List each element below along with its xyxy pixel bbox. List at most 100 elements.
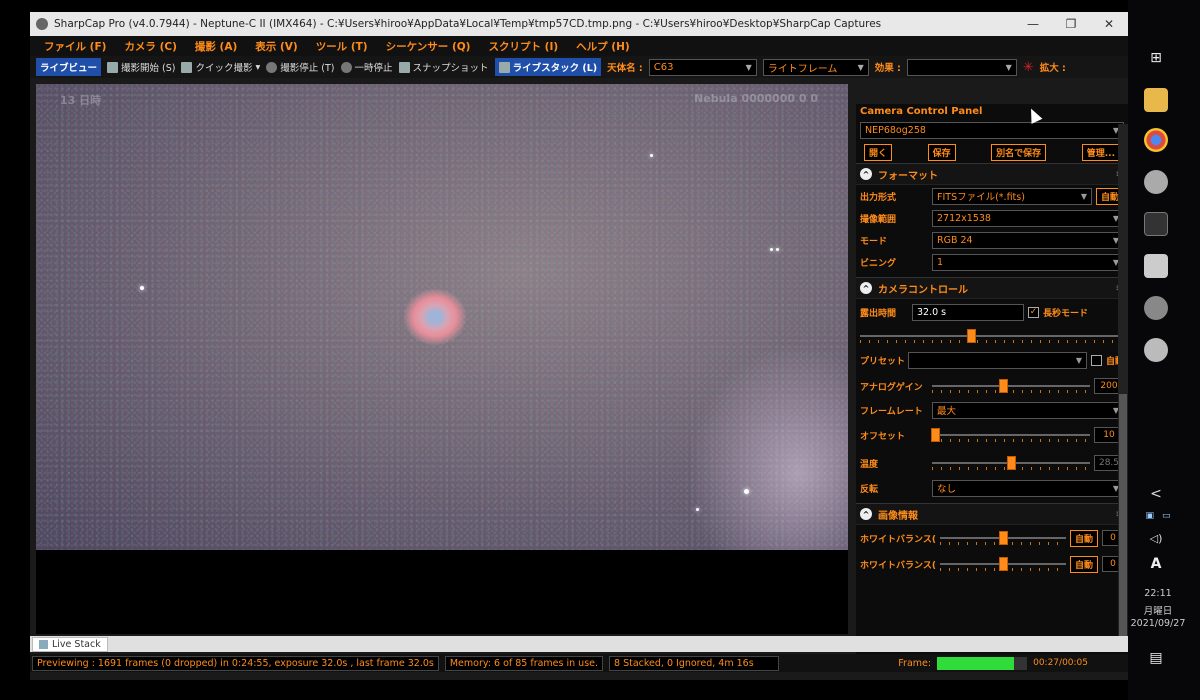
window-title: SharpCap Pro (v4.0.7944) - Neptune-C II … [54, 18, 882, 30]
menu-view[interactable]: 表示 (V) [255, 39, 297, 54]
offset-slider[interactable] [931, 428, 1090, 442]
chevron-up-icon[interactable]: ^ [860, 282, 872, 294]
target-name-label: 天体名 : [607, 63, 643, 74]
framerate-select[interactable]: 最大 ▼ [932, 401, 1124, 419]
menu-sequencer[interactable]: シーケンサー (Q) [386, 39, 471, 54]
tray-chevron-icon[interactable]: < [1144, 482, 1168, 506]
wb-green-slider[interactable] [940, 557, 1066, 571]
binning-label: ビニング [860, 258, 897, 269]
output-format-value: FITSファイル(*.fits) [937, 192, 1025, 203]
chevron-down-icon[interactable]: ▾ [256, 62, 261, 73]
exposure-slider[interactable] [860, 329, 1124, 343]
menu-capture[interactable]: 撮影 (A) [195, 39, 237, 54]
ring-nebula [404, 289, 466, 345]
chevron-up-icon[interactable]: ^ [860, 168, 872, 180]
live-stack-button[interactable]: ライブスタック (L) [494, 58, 602, 76]
app-icon[interactable] [1144, 254, 1168, 278]
preset-select[interactable]: ▼ [908, 351, 1087, 369]
camera-control-section-header[interactable]: ^ カメラコントロール ≡ [856, 277, 1128, 299]
wb-green-auto-button[interactable]: 自動 [1069, 555, 1098, 573]
save-button[interactable]: 保存 [927, 143, 956, 161]
preset-row: プリセット ▼ 自動 [856, 347, 1128, 373]
wb-red-slider[interactable] [940, 531, 1066, 545]
terminal-icon[interactable] [1144, 212, 1168, 236]
profile-select[interactable]: NEP68og258 ▼ [860, 121, 1124, 139]
preview-background [36, 550, 848, 634]
chevron-down-icon: ▼ [745, 62, 752, 72]
snapshot-button[interactable]: スナップショット [398, 60, 489, 74]
binning-select[interactable]: 1 ▼ [932, 253, 1124, 271]
menu-file[interactable]: ファイル (F) [44, 39, 106, 54]
exposure-input[interactable]: 32.0 s [912, 303, 1024, 321]
preset-auto-checkbox[interactable] [1090, 354, 1102, 366]
app-icon[interactable] [1144, 296, 1168, 320]
menu-scripts[interactable]: スクリプト (I) [488, 39, 558, 54]
notification-icon[interactable]: ▤ [1144, 646, 1168, 670]
gain-slider[interactable] [932, 379, 1090, 393]
maximize-button[interactable]: ❐ [1052, 17, 1090, 31]
effect-select[interactable]: ▼ [906, 58, 1017, 76]
wb-red-auto-button[interactable]: 自動 [1069, 529, 1098, 547]
binning-row: ビニング 1 ▼ [856, 251, 1128, 273]
star [650, 154, 653, 157]
toolbar: ライブビュー 撮影開始 (S) クイック撮影 ▾ 撮影停止 (T) 一時停止 スナ… [30, 56, 1128, 78]
temperature-slider[interactable] [932, 456, 1090, 470]
menu-camera[interactable]: カメラ (C) [124, 39, 176, 54]
offset-label: オフセット [860, 431, 906, 442]
target-name-input[interactable]: C63 ▼ [648, 58, 757, 76]
frame-label: Frame: [898, 657, 932, 669]
menu-help[interactable]: ヘルプ (H) [576, 39, 630, 54]
windows-start-icon[interactable]: ⊞ [1144, 46, 1168, 70]
status-memory: Memory: 6 of 85 frames in use. [444, 655, 604, 671]
menu-bar: ファイル (F) カメラ (C) 撮影 (A) 表示 (V) ツール (T) シ… [30, 36, 1128, 56]
camera-icon [398, 61, 410, 73]
image-preview[interactable]: 13 日時 Nebula 0000000 0 0 [36, 84, 848, 550]
app-icon[interactable] [1144, 170, 1168, 194]
clock-time[interactable]: 22:11 [1128, 588, 1188, 599]
zoom-label[interactable]: 拡大 : [1040, 60, 1066, 74]
effect-label: 効果 : [874, 63, 901, 74]
target-name-value: C63 [653, 61, 674, 73]
frame-type-select[interactable]: ライトフレーム ▼ [762, 58, 869, 76]
live-view-button[interactable]: ライブビュー [36, 58, 102, 76]
minimize-button[interactable]: — [1014, 17, 1052, 31]
framerate-label: フレームレート [860, 406, 923, 417]
profile-buttons: 開く 保存 別名で保存 管理... [856, 141, 1128, 163]
manage-button[interactable]: 管理... [1081, 143, 1120, 161]
star [696, 508, 699, 511]
panel-scrollbar[interactable] [1118, 124, 1128, 652]
quick-capture-button[interactable]: クイック撮影 ▾ [181, 60, 260, 74]
sharpcap-taskbar-icon[interactable] [1144, 338, 1168, 362]
close-button[interactable]: ✕ [1090, 17, 1128, 31]
ime-indicator[interactable]: A [1144, 552, 1168, 576]
gain-label: アナログゲイン [860, 382, 923, 393]
menu-tools[interactable]: ツール (T) [316, 39, 368, 54]
mode-select[interactable]: RGB 24 ▼ [932, 231, 1124, 249]
open-button[interactable]: 開く [864, 143, 893, 161]
stop-capture-button[interactable]: 撮影停止 (T) [266, 60, 335, 74]
file-explorer-icon[interactable] [1144, 88, 1168, 112]
image-info-section-header[interactable]: ^ 画像情報 ≡ [856, 503, 1128, 525]
pause-icon [340, 61, 352, 73]
tray-icons[interactable]: ▣ ▭ [1128, 504, 1188, 528]
volume-icon[interactable]: ◁) [1144, 526, 1168, 550]
panel-scrollbar-thumb[interactable] [1119, 394, 1127, 644]
save-as-button[interactable]: 別名で保存 [991, 143, 1047, 161]
stop-capture-label: 撮影停止 (T) [280, 63, 335, 74]
chevron-up-icon[interactable]: ^ [860, 508, 872, 520]
profile-row: NEP68og258 ▼ [856, 119, 1128, 141]
format-section-header[interactable]: ^ フォーマット ≡ [856, 163, 1128, 185]
flip-select[interactable]: なし ▼ [932, 479, 1124, 497]
roi-label: 撮像範囲 [860, 214, 897, 225]
roi-select[interactable]: 2712x1538 ▼ [932, 209, 1124, 227]
chrome-icon[interactable] [1144, 128, 1168, 152]
output-format-select[interactable]: FITSファイル(*.fits) ▼ [932, 187, 1092, 205]
long-exposure-checkbox[interactable]: ✓ [1028, 306, 1039, 318]
video-camera-icon [107, 61, 119, 73]
crosshair-icon[interactable]: ✳ [1023, 60, 1034, 75]
stop-icon [266, 61, 278, 73]
pause-button[interactable]: 一時停止 [340, 60, 393, 74]
tab-live-stack[interactable]: Live Stack [32, 637, 108, 652]
image-info-section-title: 画像情報 [878, 510, 918, 522]
start-capture-button[interactable]: 撮影開始 (S) [107, 60, 175, 74]
